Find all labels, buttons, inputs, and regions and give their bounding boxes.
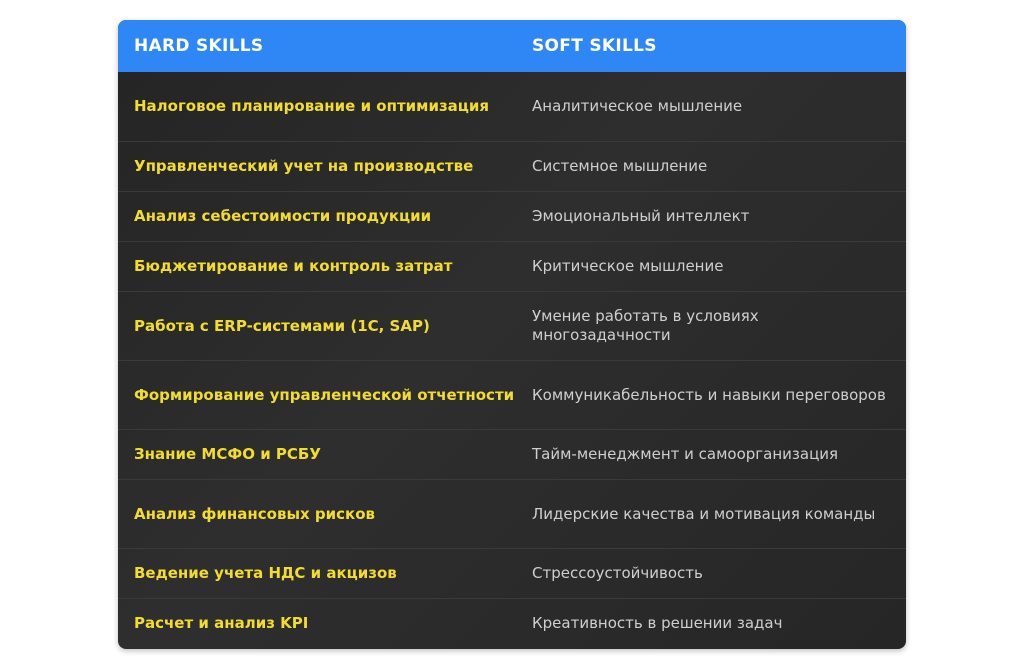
hard-skill-cell: Управленческий учет на производстве [134,157,474,175]
soft-skill-cell: Умение работать в условиях многозадачнос… [532,307,759,344]
soft-skill-cell: Тайм-менеджмент и самоорганизация [532,445,839,463]
hard-skill-cell: Ведение учета НДС и акцизов [134,564,397,582]
soft-skill-cell: Критическое мышление [532,257,724,275]
hard-skill-cell: Знание МСФО и РСБУ [134,445,321,463]
table-row: Управленческий учет на производстве Сист… [118,141,906,191]
table-header: HARD SKILLS SOFT SKILLS [118,20,906,72]
table-body: Налоговое планирование и оптимизация Ана… [118,72,906,648]
hard-skill-cell: Анализ финансовых рисков [134,504,376,523]
soft-skill-cell: Коммуникабельность и навыки переговоров [532,385,886,404]
table-row: Расчет и анализ KPI Креативность в решен… [118,598,906,648]
table-row: Анализ себестоимости продукции Эмоционал… [118,191,906,241]
hard-skill-cell: Работа с ERP-системами (1С, SAP) [134,316,430,335]
soft-skill-cell: Системное мышление [532,157,708,175]
hard-skill-cell: Бюджетирование и контроль затрат [134,257,453,275]
hard-skill-cell: Формирование управленческой отчетности [134,385,515,404]
hard-skill-cell: Налоговое планирование и оптимизация [134,97,490,115]
hard-skill-cell: Расчет и анализ KPI [134,614,309,632]
table-row: Налоговое планирование и оптимизация Ана… [118,72,906,141]
soft-skill-cell: Стрессоустойчивость [532,564,703,582]
table-row: Работа с ERP-системами (1С, SAP) Умение … [118,291,906,360]
hard-skill-cell: Анализ себестоимости продукции [134,207,432,225]
table-row: Анализ финансовых рисков Лидерские качес… [118,479,906,548]
table-row: Знание МСФО и РСБУ Тайм-менеджмент и сам… [118,429,906,479]
table-row: Бюджетирование и контроль затрат Критиче… [118,241,906,291]
soft-skill-cell: Эмоциональный интеллект [532,207,750,225]
soft-skill-cell: Аналитическое мышление [532,97,743,115]
skills-table: HARD SKILLS SOFT SKILLS Налоговое планир… [118,20,906,649]
table-row: Формирование управленческой отчетности К… [118,360,906,429]
header-hard-skills: HARD SKILLS [134,36,264,56]
soft-skill-cell: Лидерские качества и мотивация команды [532,504,876,523]
table-row: Ведение учета НДС и акцизов Стрессоустой… [118,548,906,598]
soft-skill-cell: Креативность в решении задач [532,614,783,632]
header-soft-skills: SOFT SKILLS [532,36,657,56]
